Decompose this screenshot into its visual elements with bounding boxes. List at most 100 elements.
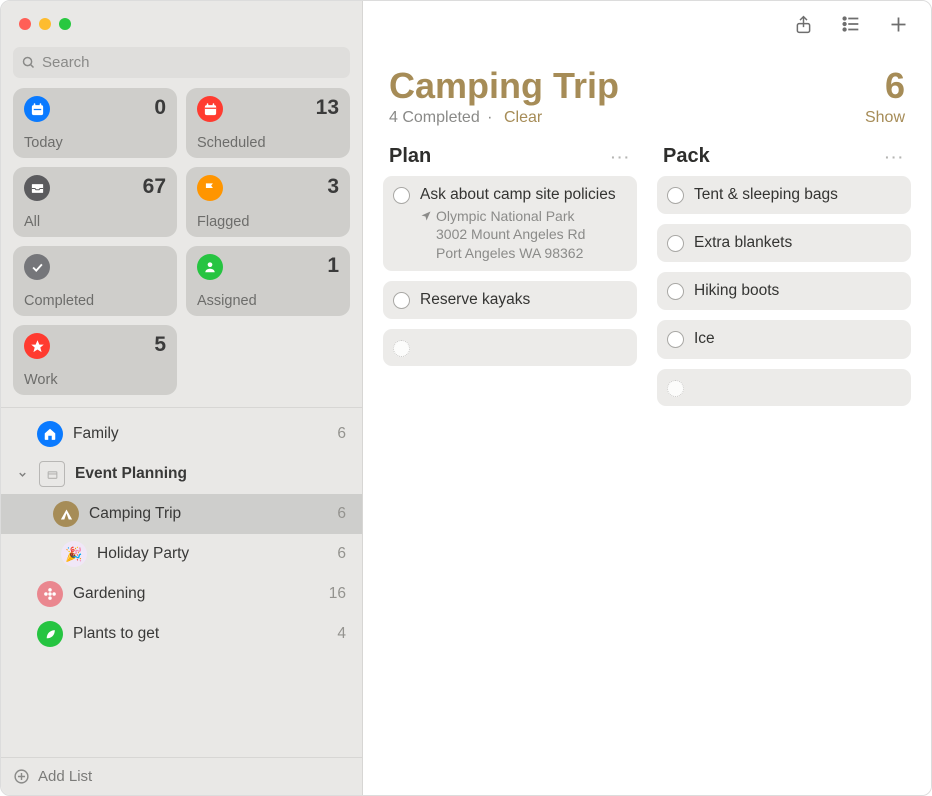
checkmark-icon — [24, 254, 50, 280]
reminder-title: Hiking boots — [694, 281, 899, 301]
location-line1: 3002 Mount Angeles Rd — [436, 225, 585, 243]
list-gardening[interactable]: Gardening 16 — [1, 574, 362, 614]
list-count: 16 — [329, 585, 346, 603]
complete-toggle[interactable] — [667, 235, 684, 252]
section-menu-button[interactable]: ··· — [885, 149, 905, 165]
reminder-item[interactable]: Extra blankets — [657, 224, 911, 262]
list-family[interactable]: Family 6 — [1, 414, 362, 454]
smart-completed[interactable]: Completed — [13, 246, 177, 316]
section-title: Plan — [389, 145, 431, 168]
tent-icon — [53, 501, 79, 527]
calendar-icon — [197, 96, 223, 122]
reminder-item[interactable]: Ice — [657, 320, 911, 358]
flag-icon — [197, 175, 223, 201]
list-count: 4 — [337, 625, 346, 643]
party-icon: 🎉 — [61, 541, 87, 567]
view-options-button[interactable] — [840, 13, 862, 35]
group-event-planning[interactable]: Event Planning — [1, 454, 362, 494]
house-icon — [37, 421, 63, 447]
list-holiday-party[interactable]: 🎉 Holiday Party 6 — [1, 534, 362, 574]
section-pack: Pack ··· Tent & sleeping bags Extra blan… — [657, 145, 911, 406]
close-window-button[interactable] — [19, 18, 31, 30]
sidebar: 0 Today 13 Scheduled 67 — [1, 1, 363, 795]
list-label: Camping Trip — [89, 505, 327, 523]
list-label: Plants to get — [73, 625, 327, 643]
smart-scheduled-label: Scheduled — [197, 135, 339, 151]
smart-today[interactable]: 0 Today — [13, 88, 177, 158]
completed-count-label: 4 Completed — [389, 109, 480, 126]
search-field[interactable] — [13, 47, 350, 78]
reminder-title: Tent & sleeping bags — [694, 185, 899, 205]
smart-scheduled[interactable]: 13 Scheduled — [186, 88, 350, 158]
reminder-item[interactable]: Hiking boots — [657, 272, 911, 310]
reminder-location: Olympic National Park 3002 Mount Angeles… — [420, 207, 625, 262]
complete-toggle — [393, 340, 410, 357]
person-icon — [197, 254, 223, 280]
search-input[interactable] — [42, 54, 342, 71]
folder-icon — [39, 461, 65, 487]
add-list-button[interactable]: Add List — [1, 757, 362, 795]
complete-toggle[interactable] — [667, 331, 684, 348]
separator-dot: · — [487, 109, 492, 126]
smart-today-count: 0 — [154, 96, 166, 120]
smart-work-count: 5 — [154, 333, 166, 357]
main-content: Camping Trip 6 4 Completed · Clear Show … — [363, 1, 931, 795]
plus-circle-icon — [13, 768, 30, 785]
my-lists: Family 6 Event Planning Camping Trip 6 — [1, 407, 362, 757]
complete-toggle[interactable] — [667, 187, 684, 204]
smart-flagged-label: Flagged — [197, 214, 339, 230]
smart-all[interactable]: 67 All — [13, 167, 177, 237]
calendar-today-icon — [24, 96, 50, 122]
complete-toggle — [667, 380, 684, 397]
list-plants[interactable]: Plants to get 4 — [1, 614, 362, 654]
new-reminder-placeholder[interactable] — [657, 369, 911, 406]
clear-completed-button[interactable]: Clear — [504, 109, 542, 126]
list-label: Gardening — [73, 585, 319, 603]
list-incomplete-count: 6 — [885, 65, 905, 107]
reminder-item[interactable]: Reserve kayaks — [383, 281, 637, 319]
smart-all-count: 67 — [143, 175, 166, 199]
location-line2: Port Angeles WA 98362 — [436, 244, 585, 262]
add-list-label: Add List — [38, 768, 92, 785]
list-count: 6 — [337, 505, 346, 523]
chevron-down-icon — [15, 469, 29, 480]
smart-scheduled-count: 13 — [316, 96, 339, 120]
smart-completed-label: Completed — [24, 293, 166, 309]
list-count: 6 — [337, 545, 346, 563]
smart-work[interactable]: 5 Work — [13, 325, 177, 395]
share-button[interactable] — [793, 14, 814, 35]
smart-assigned[interactable]: 1 Assigned — [186, 246, 350, 316]
show-completed-button[interactable]: Show — [865, 109, 905, 127]
tray-icon — [24, 175, 50, 201]
complete-toggle[interactable] — [393, 187, 410, 204]
smart-flagged[interactable]: 3 Flagged — [186, 167, 350, 237]
list-header: Camping Trip 6 4 Completed · Clear Show — [363, 47, 931, 129]
app-window: 0 Today 13 Scheduled 67 — [0, 0, 932, 796]
section-plan: Plan ··· Ask about camp site policies — [383, 145, 637, 406]
reminder-title: Ice — [694, 329, 899, 349]
section-menu-button[interactable]: ··· — [611, 149, 631, 165]
smart-flagged-count: 3 — [327, 175, 339, 199]
new-reminder-placeholder[interactable] — [383, 329, 637, 366]
flower-icon — [37, 581, 63, 607]
list-title: Camping Trip — [389, 65, 619, 107]
smart-work-label: Work — [24, 372, 166, 388]
minimize-window-button[interactable] — [39, 18, 51, 30]
toolbar — [363, 1, 931, 47]
location-name: Olympic National Park — [436, 207, 585, 225]
smart-all-label: All — [24, 214, 166, 230]
leaf-icon — [37, 621, 63, 647]
reminder-item[interactable]: Ask about camp site policies Olympic Nat… — [383, 176, 637, 271]
window-controls — [1, 1, 362, 41]
zoom-window-button[interactable] — [59, 18, 71, 30]
location-icon — [420, 207, 432, 262]
complete-toggle[interactable] — [667, 283, 684, 300]
add-reminder-button[interactable] — [888, 14, 909, 35]
star-icon — [24, 333, 50, 359]
smart-lists: 0 Today 13 Scheduled 67 — [1, 88, 362, 407]
reminder-item[interactable]: Tent & sleeping bags — [657, 176, 911, 214]
complete-toggle[interactable] — [393, 292, 410, 309]
list-camping-trip[interactable]: Camping Trip 6 — [1, 494, 362, 534]
list-label: Holiday Party — [97, 545, 327, 563]
sections: Plan ··· Ask about camp site policies — [363, 129, 931, 422]
